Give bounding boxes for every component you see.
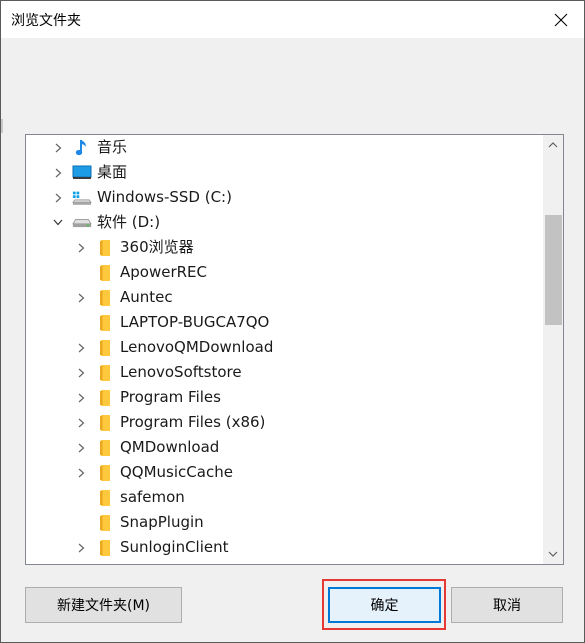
tree-item[interactable]: SunloginClient (26, 535, 541, 560)
tree-item[interactable]: QMDownload (26, 435, 541, 460)
new-folder-button[interactable]: 新建文件夹(M) (25, 587, 182, 623)
drive-icon (72, 210, 92, 235)
tree-item-label: 音乐 (97, 138, 128, 156)
tree-item-label: SnapPlugin (120, 513, 204, 531)
chevron-right-icon[interactable] (73, 435, 89, 460)
chevron-right-icon[interactable] (73, 385, 89, 410)
tree-item[interactable]: 桌面 (26, 160, 541, 185)
tree-item[interactable]: SnapPlugin (26, 510, 541, 535)
tree-item-label: QMDownload (120, 438, 220, 456)
vertical-scrollbar[interactable] (543, 135, 563, 564)
tree-item-label: LenovoSoftstore (120, 363, 242, 381)
tree-item[interactable]: 360浏览器 (26, 235, 541, 260)
dialog-title: 浏览文件夹 (11, 13, 81, 29)
tree-item[interactable]: Windows-SSD (C:) (26, 185, 541, 210)
tree-item-label: ApowerREC (120, 263, 207, 281)
chevron-right-icon[interactable] (73, 535, 89, 560)
folder-icon (95, 435, 115, 460)
folder-icon (95, 385, 115, 410)
folder-icon (95, 285, 115, 310)
chevron-right-icon[interactable] (73, 360, 89, 385)
tree-item[interactable]: 音乐 (26, 135, 541, 160)
tree-item-label: Program Files (x86) (120, 413, 266, 431)
tree-item[interactable]: LenovoSoftstore (26, 360, 541, 385)
browse-folder-dialog: 浏览文件夹 音乐桌面 Windows-SSD (C:) 软件 (D:) 360浏览器 A… (0, 0, 585, 643)
chevron-right-icon[interactable] (73, 285, 89, 310)
tree-item-label: safemon (120, 488, 185, 506)
chevron-right-icon[interactable] (73, 460, 89, 485)
cancel-button[interactable]: 取消 (451, 587, 563, 623)
tree-item[interactable]: Auntec (26, 285, 541, 310)
chevron-up-icon (548, 142, 558, 148)
tree-item-label: 360浏览器 (120, 238, 194, 256)
chevron-down-icon[interactable] (50, 210, 66, 235)
scroll-thumb[interactable] (545, 215, 562, 325)
tree-item-label: 软件 (D:) (97, 213, 161, 231)
chevron-down-icon (548, 551, 558, 557)
folder-icon (95, 535, 115, 560)
chevron-right-icon[interactable] (50, 160, 66, 185)
title-bar: 浏览文件夹 (1, 1, 584, 38)
tree-item[interactable]: Program Files (x86) (26, 410, 541, 435)
chevron-right-icon[interactable] (50, 135, 66, 160)
tree-item[interactable]: Program Files (26, 385, 541, 410)
folder-icon (95, 335, 115, 360)
close-button[interactable] (538, 1, 584, 38)
folder-icon (95, 485, 115, 510)
tree-item[interactable]: safemon (26, 485, 541, 510)
folder-icon (95, 410, 115, 435)
tree-item-label: LAPTOP-BUGCA7QO (120, 313, 270, 331)
tree-item[interactable]: 软件 (D:) (26, 210, 541, 235)
tree-item-label: QQMusicCache (120, 463, 233, 481)
tree-item-label: 桌面 (97, 163, 128, 181)
folder-icon (95, 460, 115, 485)
close-icon (554, 13, 568, 26)
chevron-right-icon[interactable] (73, 235, 89, 260)
tree-item-label: Auntec (120, 288, 173, 306)
tree-item[interactable]: LAPTOP-BUGCA7QO (26, 310, 541, 335)
tree-item-label: SunloginClient (120, 538, 229, 556)
tree-item-label: Program Files (120, 388, 221, 406)
chevron-right-icon[interactable] (50, 185, 66, 210)
ok-button[interactable]: 确定 (328, 587, 441, 623)
tree-item-label: LenovoQMDownload (120, 338, 274, 356)
scroll-down-button[interactable] (543, 544, 563, 564)
tree-item-label: Windows-SSD (C:) (97, 188, 232, 206)
windows-drive-icon (72, 185, 92, 210)
chevron-right-icon[interactable] (73, 410, 89, 435)
window-edge (1, 119, 3, 133)
folder-icon (95, 260, 115, 285)
folder-icon (95, 235, 115, 260)
music-note-icon (72, 135, 92, 160)
scroll-up-button[interactable] (543, 135, 563, 155)
tree-item[interactable]: ApowerREC (26, 260, 541, 285)
chevron-right-icon[interactable] (73, 335, 89, 360)
folder-icon (95, 360, 115, 385)
tree-item[interactable]: LenovoQMDownload (26, 335, 541, 360)
folder-icon (95, 510, 115, 535)
tree-item[interactable]: QQMusicCache (26, 460, 541, 485)
desktop-icon (72, 160, 92, 185)
folder-tree[interactable]: 音乐桌面 Windows-SSD (C:) 软件 (D:) 360浏览器 ApowerR… (25, 134, 564, 565)
folder-icon (95, 310, 115, 335)
